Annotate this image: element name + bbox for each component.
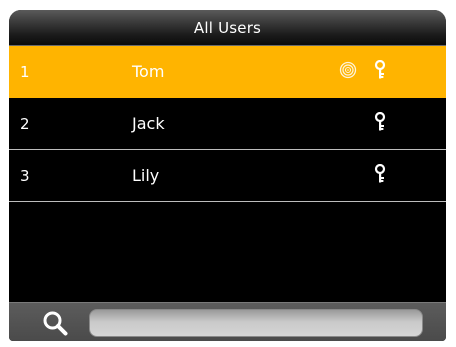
user-name: Tom (132, 62, 165, 81)
page-title: All Users (193, 19, 262, 37)
fingerprint-icon (339, 61, 357, 79)
search-bar (9, 302, 446, 341)
user-id: 1 (20, 63, 30, 81)
user-id: 3 (20, 167, 30, 185)
search-input[interactable] (89, 309, 423, 337)
key-icon (374, 60, 386, 79)
user-row-3[interactable]: 3 Lily (9, 150, 446, 202)
user-id: 2 (20, 115, 30, 133)
key-icon (374, 164, 386, 183)
user-list: 1 Tom 2 Jack 3 Lily (9, 46, 446, 202)
title-bar: All Users (9, 10, 446, 46)
user-row-2[interactable]: 2 Jack (9, 98, 446, 150)
user-row-1[interactable]: 1 Tom (9, 46, 446, 98)
key-icon (374, 112, 386, 131)
user-name: Jack (132, 114, 165, 133)
search-icon[interactable] (42, 310, 68, 336)
user-name: Lily (132, 166, 160, 185)
device-screen: All Users 1 Tom 2 Jack 3 Lily (9, 10, 446, 341)
